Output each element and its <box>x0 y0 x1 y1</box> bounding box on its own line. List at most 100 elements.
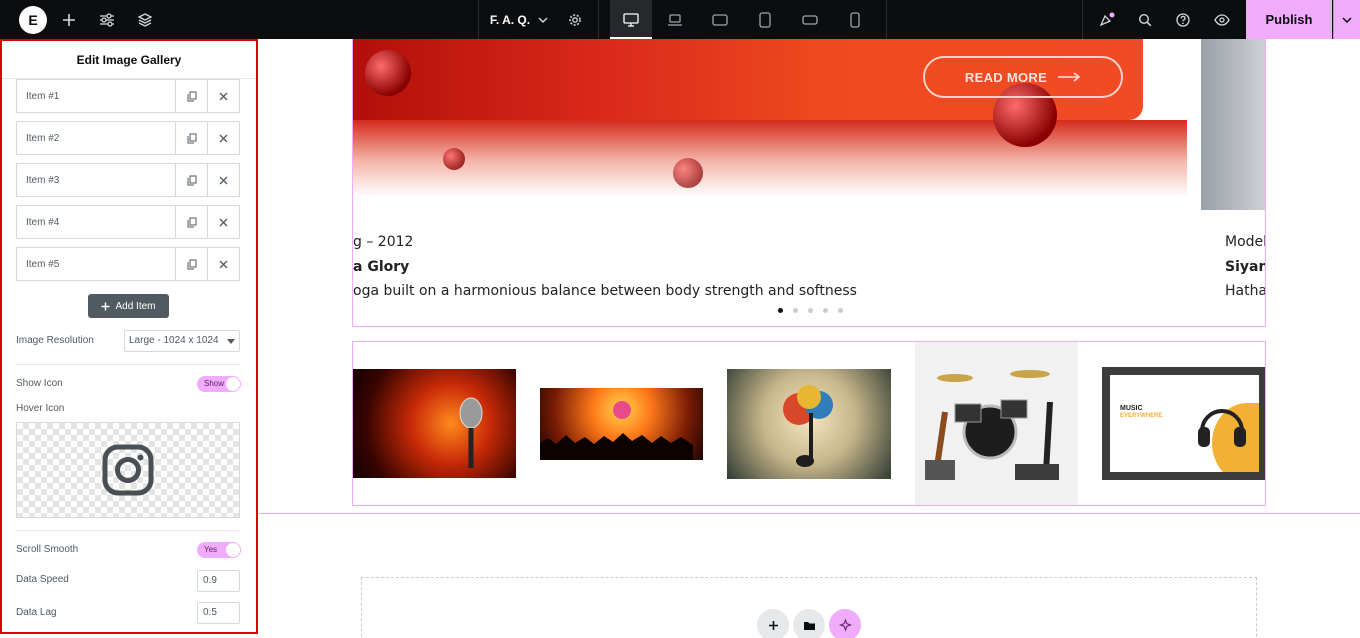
publish-options-button[interactable] <box>1333 0 1360 39</box>
add-template-button[interactable] <box>793 609 825 638</box>
repeater-item-label[interactable]: Item #2 <box>17 122 175 154</box>
data-lag-input[interactable]: 0.5 <box>197 602 240 624</box>
remove-item-button[interactable] <box>207 80 239 112</box>
repeater-item-label[interactable]: Item #5 <box>17 248 175 280</box>
banner-card: MUSIC EVERYWHERE <box>1110 375 1259 472</box>
edit-panel: Edit Image Gallery Item #1 Item #2 Item … <box>0 39 258 634</box>
repeater-item[interactable]: Item #1 <box>16 79 240 113</box>
add-element-button[interactable] <box>50 0 88 39</box>
tablet-landscape-icon <box>712 13 728 26</box>
duplicate-item-button[interactable] <box>175 248 207 280</box>
data-lag-label: Data Lag <box>16 607 57 618</box>
laptop-icon <box>668 13 682 26</box>
image-resolution-select[interactable]: Large - 1024 x 1024 <box>124 330 240 352</box>
drum-kit-instruments-image[interactable] <box>915 342 1078 505</box>
add-item-label: Add Item <box>115 300 156 312</box>
hover-icon-picker[interactable] <box>16 422 240 518</box>
device-tablet-landscape-button[interactable] <box>701 0 739 39</box>
elementor-logo-button[interactable]: E <box>19 6 47 34</box>
desktop-icon <box>623 12 639 27</box>
mobile-landscape-icon <box>802 14 818 25</box>
notifications-button[interactable] <box>1088 0 1126 39</box>
instagram-icon <box>102 444 154 496</box>
pagination-dot[interactable] <box>808 308 813 313</box>
panel-title: Edit Image Gallery <box>2 41 256 79</box>
pagination-dot[interactable] <box>838 308 843 313</box>
settings-sliders-icon <box>100 12 114 27</box>
headphones-icon <box>1198 409 1246 447</box>
duplicate-item-button[interactable] <box>175 80 207 112</box>
publish-button[interactable]: Publish <box>1246 0 1332 39</box>
help-button[interactable] <box>1164 0 1202 39</box>
splash-drop <box>443 148 465 170</box>
search-button[interactable] <box>1126 0 1164 39</box>
preview-button[interactable] <box>1203 0 1241 39</box>
ai-generate-button[interactable] <box>829 609 861 638</box>
duplicate-item-button[interactable] <box>175 122 207 154</box>
copy-icon <box>187 217 196 227</box>
microphone-stage-image[interactable] <box>353 369 516 478</box>
microphone-icon <box>459 397 483 468</box>
close-icon <box>219 134 228 142</box>
topbar-divider <box>598 0 599 39</box>
scroll-smooth-toggle[interactable]: Yes <box>197 542 241 558</box>
read-more-button[interactable]: READ MORE <box>923 56 1123 98</box>
editor-canvas: READ MORE g – 2012 a Glory oga built on … <box>258 39 1360 638</box>
scroll-smooth-label: Scroll Smooth <box>16 544 79 555</box>
colorful-music-note-image[interactable] <box>727 369 891 479</box>
page-settings-button[interactable] <box>556 0 594 39</box>
data-speed-input[interactable]: 0.9 <box>197 570 240 592</box>
slide-image: READ MORE <box>353 39 1187 210</box>
editor-topbar: E F. A. Q. Publish <box>0 0 1360 39</box>
slide-description: oga built on a harmonious balance betwee… <box>353 283 857 299</box>
device-tablet-portrait-button[interactable] <box>746 0 784 39</box>
repeater-item[interactable]: Item #4 <box>16 205 240 239</box>
remove-item-button[interactable] <box>207 248 239 280</box>
duplicate-item-button[interactable] <box>175 206 207 238</box>
close-icon <box>219 176 228 184</box>
copy-icon <box>187 133 196 143</box>
pagination-dot[interactable] <box>778 308 783 313</box>
image-gallery-widget[interactable]: MUSIC EVERYWHERE <box>352 341 1266 506</box>
banner-title: MUSIC <box>1120 405 1143 412</box>
device-mobile-landscape-button[interactable] <box>791 0 829 39</box>
site-settings-button[interactable] <box>88 0 126 39</box>
slider-widget[interactable]: READ MORE g – 2012 a Glory oga built on … <box>352 39 1266 327</box>
device-mobile-portrait-button[interactable] <box>836 0 874 39</box>
repeater-item[interactable]: Item #2 <box>16 121 240 155</box>
structure-button[interactable] <box>126 0 164 39</box>
pagination-dot[interactable] <box>793 308 798 313</box>
repeater-item-label[interactable]: Item #3 <box>17 164 175 196</box>
repeater-item-label[interactable]: Item #4 <box>17 206 175 238</box>
remove-item-button[interactable] <box>207 164 239 196</box>
next-slide-description: Hatha <box>1225 283 1266 299</box>
pagination-dot[interactable] <box>823 308 828 313</box>
close-icon <box>219 218 228 226</box>
copy-icon <box>187 175 196 185</box>
concert-crowd-image[interactable] <box>540 388 703 463</box>
add-item-button[interactable]: Add Item <box>88 294 169 318</box>
repeater-item[interactable]: Item #5 <box>16 247 240 281</box>
device-desktop-button[interactable] <box>610 0 652 39</box>
section-boundary <box>258 513 1360 514</box>
next-slide-title: Siyan <box>1225 259 1266 275</box>
device-laptop-button[interactable] <box>656 0 694 39</box>
mobile-portrait-icon <box>850 11 860 28</box>
headphones-banner-image[interactable]: MUSIC EVERYWHERE <box>1102 367 1265 480</box>
repeater-item[interactable]: Item #3 <box>16 163 240 197</box>
remove-item-button[interactable] <box>207 122 239 154</box>
copy-icon <box>187 91 196 101</box>
section-divider <box>16 530 240 531</box>
show-icon-toggle[interactable]: Show <box>197 376 241 392</box>
duplicate-item-button[interactable] <box>175 164 207 196</box>
toggle-knob <box>226 543 240 557</box>
add-icon <box>63 13 75 26</box>
search-icon <box>1138 13 1152 26</box>
ai-sparkle-icon <box>838 618 852 632</box>
repeater-item-label[interactable]: Item #1 <box>17 80 175 112</box>
remove-item-button[interactable] <box>207 206 239 238</box>
page-selector[interactable]: F. A. Q. <box>479 0 559 39</box>
folder-icon <box>803 621 815 630</box>
drum-kit-icon <box>925 370 1059 480</box>
add-section-button[interactable] <box>757 609 789 638</box>
